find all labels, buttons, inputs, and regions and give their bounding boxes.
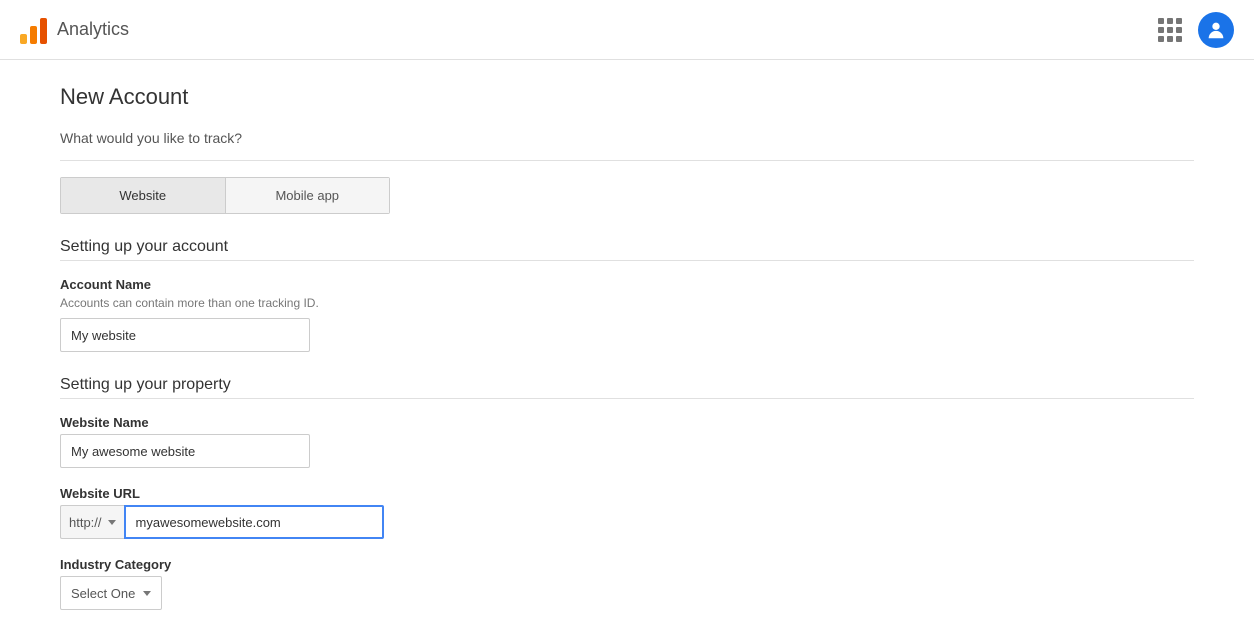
navbar-right: [1158, 12, 1234, 48]
industry-category-field-group: Industry Category Select One: [60, 557, 1194, 610]
page-title: New Account: [60, 84, 1194, 110]
industry-chevron-icon: [143, 591, 151, 596]
account-section: Setting up your account Account Name Acc…: [60, 238, 1194, 352]
account-name-label: Account Name: [60, 277, 1194, 292]
navbar-title: Analytics: [57, 19, 129, 40]
tab-mobile-app[interactable]: Mobile app: [226, 178, 390, 213]
property-section: Setting up your property Website Name We…: [60, 376, 1194, 624]
apps-icon[interactable]: [1158, 18, 1182, 42]
protocol-value: http://: [69, 515, 102, 530]
industry-category-label: Industry Category: [60, 557, 1194, 572]
url-protocol-select[interactable]: http://: [60, 505, 124, 539]
grid-dot: [1176, 36, 1182, 42]
divider-3: [60, 398, 1194, 399]
protocol-chevron-icon: [108, 520, 116, 525]
logo-bar-1: [20, 34, 27, 44]
main-content: New Account What would you like to track…: [0, 60, 1254, 624]
website-name-input[interactable]: [60, 434, 310, 468]
logo-bar-2: [30, 26, 37, 44]
navbar-left: Analytics: [20, 16, 129, 44]
track-type-tabs: Website Mobile app: [60, 177, 390, 214]
navbar: Analytics: [0, 0, 1254, 60]
account-name-field-group: Account Name Accounts can contain more t…: [60, 277, 1194, 352]
grid-dot: [1158, 18, 1164, 24]
logo-bar-3: [40, 18, 47, 44]
user-avatar[interactable]: [1198, 12, 1234, 48]
grid-dot: [1176, 27, 1182, 33]
url-row: http://: [60, 505, 1194, 539]
divider-2: [60, 260, 1194, 261]
grid-dot: [1167, 27, 1173, 33]
track-question: What would you like to track?: [60, 130, 1194, 146]
analytics-logo-icon: [20, 16, 47, 44]
website-url-field-group: Website URL http://: [60, 486, 1194, 539]
website-name-label: Website Name: [60, 415, 1194, 430]
industry-category-select[interactable]: Select One: [60, 576, 162, 610]
grid-dot: [1158, 27, 1164, 33]
account-section-title: Setting up your account: [60, 238, 1194, 256]
grid-dot: [1167, 36, 1173, 42]
grid-dot: [1167, 18, 1173, 24]
website-url-label: Website URL: [60, 486, 1194, 501]
website-url-input[interactable]: [124, 505, 384, 539]
divider-1: [60, 160, 1194, 161]
industry-category-value: Select One: [71, 586, 135, 601]
account-name-hint: Accounts can contain more than one track…: [60, 296, 1194, 310]
grid-dot: [1176, 18, 1182, 24]
website-name-field-group: Website Name: [60, 415, 1194, 468]
tab-website[interactable]: Website: [61, 178, 226, 213]
property-section-title: Setting up your property: [60, 376, 1194, 394]
grid-dot: [1158, 36, 1164, 42]
account-name-input[interactable]: [60, 318, 310, 352]
